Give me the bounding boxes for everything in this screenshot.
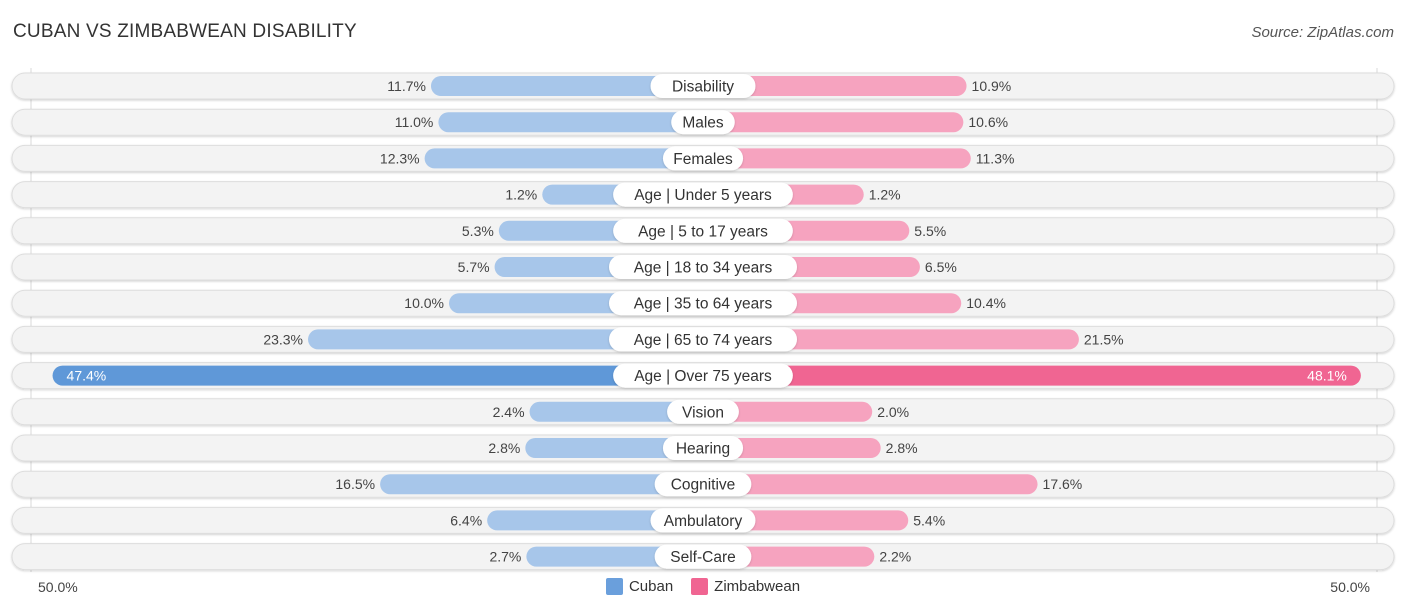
diverging-bar-chart: Disability 11.7% 10.9% Males 11.0% 10.6% Femal… [11, 68, 1395, 572]
category-label: Vision [682, 404, 724, 421]
value-label-cuban: 5.3% [462, 223, 494, 239]
category-label: Ambulatory [664, 513, 743, 530]
legend-item-cuban: Cuban [605, 578, 674, 595]
value-label-zimbabwean: 2.2% [879, 549, 911, 565]
value-label-zimbabwean: 10.4% [966, 295, 1006, 311]
value-label-cuban: 2.8% [488, 440, 520, 456]
value-label-cuban: 2.4% [493, 404, 525, 420]
value-label-cuban: 6.4% [450, 512, 482, 528]
category-label: Age | 35 to 64 years [634, 296, 773, 313]
legend-swatch-cuban [605, 578, 623, 595]
category-label: Self-Care [670, 549, 735, 566]
legend-item-zimbabwean: Zimbabwean [691, 578, 800, 595]
category-label: Hearing [676, 441, 730, 458]
value-label-zimbabwean: 6.5% [925, 259, 957, 275]
category-label: Age | 5 to 17 years [638, 223, 768, 240]
value-label-zimbabwean: 1.2% [869, 187, 901, 203]
bar-cuban [438, 112, 703, 133]
value-label-zimbabwean: 11.3% [976, 150, 1015, 166]
value-label-cuban: 12.3% [380, 150, 420, 166]
category-label: Cognitive [671, 477, 736, 494]
bar-zimbabwean [703, 112, 964, 133]
category-label: Age | 18 to 34 years [634, 260, 773, 277]
bar-cuban [380, 474, 703, 495]
value-label-cuban: 23.3% [263, 331, 303, 347]
category-label: Females [673, 151, 733, 168]
bar-zimbabwean [703, 365, 1361, 386]
value-label-zimbabwean: 5.5% [914, 223, 946, 239]
value-label-cuban: 11.0% [395, 114, 434, 130]
bar-zimbabwean [703, 148, 971, 169]
value-label-zimbabwean: 5.4% [913, 512, 945, 528]
value-label-zimbabwean: 2.8% [886, 440, 918, 456]
value-label-zimbabwean: 10.6% [968, 114, 1008, 130]
bar-zimbabwean [703, 474, 1038, 495]
bar-cuban [52, 365, 704, 386]
bar-cuban [424, 148, 703, 169]
category-label: Disability [672, 79, 734, 96]
legend-label-cuban: Cuban [628, 578, 674, 595]
legend-swatch-zimbabwean [691, 578, 709, 595]
value-label-cuban: 1.2% [505, 187, 537, 203]
value-label-cuban: 10.0% [404, 295, 444, 311]
value-label-cuban: 16.5% [335, 476, 375, 492]
value-label-cuban: 11.7% [387, 78, 426, 94]
legend-label-zimbabwean: Zimbabwean [714, 578, 801, 595]
value-label-cuban: 2.7% [489, 549, 521, 565]
value-label-zimbabwean: 10.9% [972, 78, 1012, 94]
value-label-zimbabwean: 48.1% [1307, 368, 1347, 384]
value-label-zimbabwean: 21.5% [1084, 331, 1124, 347]
value-label-zimbabwean: 2.0% [877, 404, 909, 420]
category-label: Age | Over 75 years [634, 368, 772, 385]
legend: Cuban Zimbabwean [0, 578, 1406, 595]
value-label-cuban: 5.7% [458, 259, 490, 275]
value-label-cuban: 47.4% [67, 368, 107, 384]
category-label: Age | 65 to 74 years [634, 332, 773, 349]
category-label: Age | Under 5 years [634, 187, 772, 204]
value-label-zimbabwean: 17.6% [1043, 476, 1083, 492]
category-label: Males [682, 115, 724, 132]
